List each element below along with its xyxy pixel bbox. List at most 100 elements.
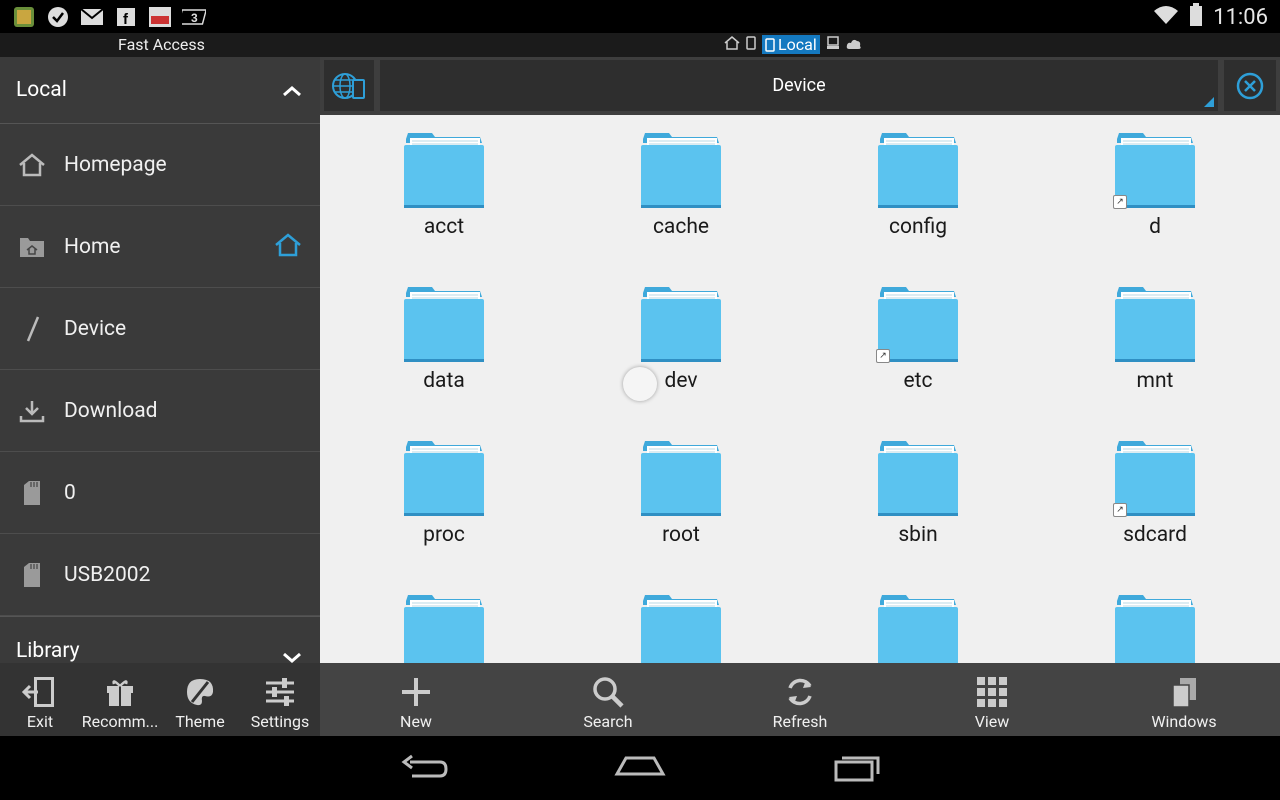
tab-local[interactable]: Local: [762, 35, 820, 54]
gift-icon: [104, 675, 136, 709]
download-icon: [18, 397, 46, 425]
folder-item[interactable]: ↗ d: [1095, 115, 1215, 245]
svg-text:3: 3: [191, 11, 198, 25]
sidebar-item-label: Homepage: [64, 152, 167, 177]
folder-item[interactable]: sbin: [858, 423, 978, 553]
folder-name: mnt: [1136, 369, 1174, 393]
settings-button[interactable]: Settings: [240, 663, 320, 736]
refresh-label: Refresh: [772, 712, 828, 731]
shortcut-link-icon: ↗: [876, 349, 890, 363]
clock: 11:06: [1213, 4, 1268, 30]
search-icon: [592, 675, 624, 709]
status-bar: f 3 11:06: [0, 0, 1280, 33]
folder-icon: [878, 595, 958, 663]
folder-item[interactable]: proc: [384, 423, 504, 553]
theme-button[interactable]: Theme: [160, 663, 240, 736]
search-label: Search: [583, 712, 633, 731]
chevron-up-icon[interactable]: [282, 79, 302, 103]
computer-tab-icon[interactable]: [826, 35, 840, 54]
folder-item[interactable]: [858, 577, 978, 663]
windows-button[interactable]: Windows: [1088, 663, 1280, 736]
home-tab-icon[interactable]: [724, 35, 740, 54]
folder-icon: [641, 287, 721, 362]
current-path: Device: [772, 75, 826, 96]
dropdown-corner-icon: [1204, 97, 1214, 107]
folder-item[interactable]: root: [621, 423, 741, 553]
folder-home-icon: [18, 233, 46, 261]
folder-icon: [404, 287, 484, 362]
chevron-down-icon[interactable]: [282, 645, 302, 663]
sidebar-item-sdcard-0[interactable]: 0: [0, 452, 320, 534]
close-circle-icon: [1236, 72, 1264, 99]
folder-item[interactable]: [384, 577, 504, 663]
sidebar-item-home[interactable]: Home: [0, 206, 320, 288]
cloud-tab-icon[interactable]: [846, 35, 862, 54]
folder-name: data: [423, 369, 465, 393]
phone-icon: [765, 37, 775, 52]
sidebar-item-label: Download: [64, 398, 158, 423]
new-label: New: [400, 712, 432, 731]
back-icon[interactable]: [400, 752, 448, 788]
folder-item[interactable]: ↗ etc: [858, 269, 978, 399]
recents-icon[interactable]: [832, 752, 884, 788]
sliders-icon: [264, 675, 296, 709]
subheader: Fast Access Local: [0, 33, 1280, 57]
folder-icon: [404, 133, 484, 208]
folder-name: cache: [652, 215, 710, 239]
view-button[interactable]: View: [896, 663, 1088, 736]
phone-tab-icon[interactable]: [746, 35, 756, 54]
folder-item[interactable]: data: [384, 269, 504, 399]
folder-item[interactable]: acct: [384, 115, 504, 245]
folder-name: d: [1149, 215, 1161, 239]
folder-icon: [1115, 595, 1195, 663]
folder-icon: [641, 595, 721, 663]
folder-item[interactable]: mnt: [1095, 269, 1215, 399]
news-icon: [148, 6, 172, 28]
windows-label: Windows: [1151, 712, 1217, 731]
file-grid: acct cache config ↗ d data dev ↗ etc mnt proc root s…: [320, 115, 1280, 663]
folder-name: sbin: [898, 523, 938, 547]
library-section-header[interactable]: Library: [0, 616, 320, 663]
touch-indicator: [623, 367, 657, 401]
main-toolbar: Device: [320, 57, 1280, 115]
search-button[interactable]: Search: [512, 663, 704, 736]
library-section-title: Library: [16, 639, 80, 663]
sidebar: Local Homepage Home Device Download 0 US…: [0, 57, 320, 663]
sidebar-item-download[interactable]: Download: [0, 370, 320, 452]
folder-item[interactable]: [621, 577, 741, 663]
folder-name: acct: [423, 215, 465, 239]
folder-name: root: [662, 523, 700, 547]
theme-label: Theme: [175, 712, 225, 731]
folder-item[interactable]: config: [858, 115, 978, 245]
path-bar[interactable]: Device: [380, 60, 1218, 111]
folder-item[interactable]: [1095, 577, 1215, 663]
system-nav-bar: [0, 736, 1280, 800]
windows-icon: [1168, 675, 1200, 709]
shortcut-link-icon: ↗: [1113, 195, 1127, 209]
sidebar-item-homepage[interactable]: Homepage: [0, 124, 320, 206]
sidebar-item-label: Device: [64, 316, 127, 341]
window-tabs: Local: [724, 35, 862, 54]
local-section-header[interactable]: Local: [0, 57, 320, 124]
main-action-bar: New Search Refresh View Windows: [320, 663, 1280, 736]
sidebar-item-device[interactable]: Device: [0, 288, 320, 370]
network-toggle-button[interactable]: [324, 60, 374, 111]
exit-button[interactable]: Exit: [0, 663, 80, 736]
new-button[interactable]: New: [320, 663, 512, 736]
exit-icon: [22, 675, 58, 709]
folder-item[interactable]: ↗ sdcard: [1095, 423, 1215, 553]
view-label: View: [974, 712, 1010, 731]
settings-label: Settings: [250, 712, 310, 731]
close-button[interactable]: [1224, 60, 1276, 111]
recommend-button[interactable]: Recomm...: [80, 663, 160, 736]
folder-icon: [878, 441, 958, 516]
home-nav-icon[interactable]: [614, 752, 666, 788]
facebook-icon: f: [114, 6, 138, 28]
folder-icon: [641, 441, 721, 516]
plus-icon: [400, 675, 432, 709]
sidebar-item-usb2002[interactable]: USB2002: [0, 534, 320, 616]
set-home-icon[interactable]: [274, 232, 302, 262]
folder-item[interactable]: cache: [621, 115, 741, 245]
refresh-button[interactable]: Refresh: [704, 663, 896, 736]
local-section-title: Local: [16, 78, 67, 102]
